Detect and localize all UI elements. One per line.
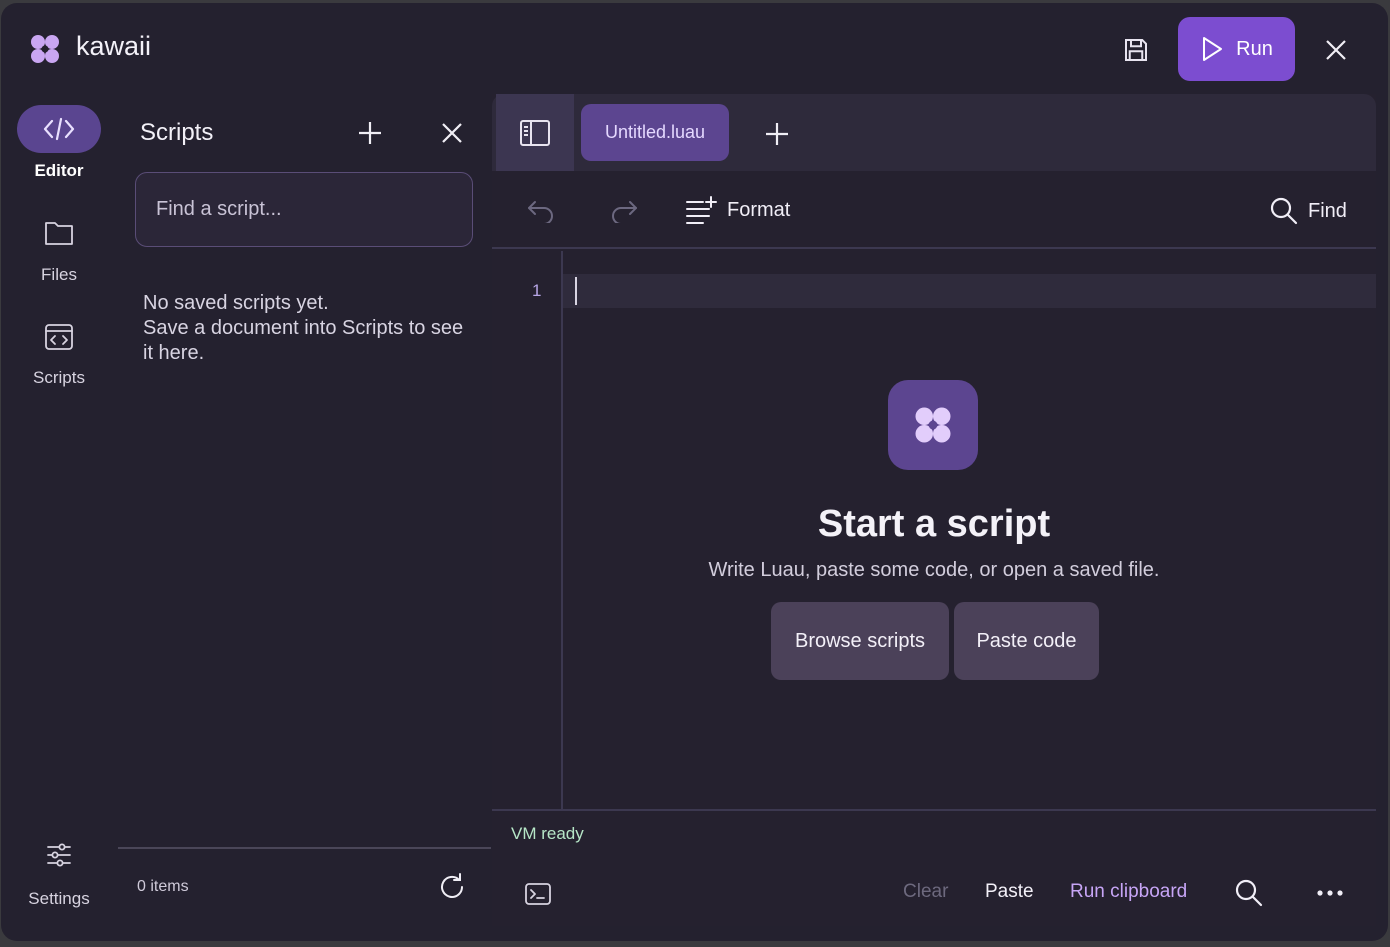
editor-toolbar: Format Find bbox=[492, 171, 1376, 249]
sidebar-icon bbox=[520, 119, 550, 146]
empty-state-subtitle: Write Luau, paste some code, or open a s… bbox=[708, 559, 1160, 581]
format-label: Format bbox=[727, 198, 791, 221]
empty-state-logo-icon bbox=[888, 380, 978, 470]
new-tab-button[interactable] bbox=[757, 114, 797, 154]
code-icon bbox=[43, 117, 75, 141]
paste-code-button[interactable]: Paste code bbox=[954, 602, 1099, 680]
divider bbox=[118, 847, 491, 849]
format-button[interactable]: Format bbox=[685, 196, 790, 224]
find-label: Find bbox=[1308, 199, 1347, 222]
rail-item-label: Editor bbox=[34, 161, 84, 180]
rail-item-settings[interactable]: Settings bbox=[1, 841, 117, 909]
text-caret[interactable] bbox=[575, 277, 577, 305]
browse-scripts-button[interactable]: Browse scripts bbox=[771, 602, 949, 680]
rail-item-label: Scripts bbox=[33, 368, 85, 387]
rail-item-label: Files bbox=[41, 265, 77, 284]
toggle-sidebar-button[interactable] bbox=[496, 94, 574, 171]
redo-button[interactable] bbox=[604, 191, 644, 231]
search-icon bbox=[1270, 197, 1298, 225]
undo-icon bbox=[528, 201, 553, 223]
more-icon bbox=[1317, 890, 1343, 896]
save-button[interactable] bbox=[1118, 32, 1154, 68]
console-button[interactable] bbox=[518, 874, 558, 914]
close-icon bbox=[1326, 40, 1346, 60]
editor-area: Untitled.luau Format Find 1 Start a scri… bbox=[492, 94, 1376, 926]
line-number: 1 bbox=[532, 281, 542, 300]
rail-item-scripts[interactable]: Scripts bbox=[1, 312, 117, 388]
terminal-icon bbox=[525, 883, 551, 905]
paste-code-label: Paste code bbox=[976, 629, 1077, 652]
run-clipboard-button[interactable]: Run clipboard bbox=[1070, 881, 1187, 903]
plus-icon bbox=[359, 122, 381, 144]
run-button[interactable]: Run bbox=[1178, 17, 1295, 81]
save-icon bbox=[1125, 39, 1147, 61]
app-title: kawaii bbox=[76, 31, 152, 61]
empty-message-line: No saved scripts yet. bbox=[143, 292, 329, 314]
current-line-highlight bbox=[563, 274, 1376, 308]
divider bbox=[492, 809, 1376, 811]
code-window-icon bbox=[45, 324, 73, 350]
script-search-field[interactable] bbox=[135, 172, 473, 247]
new-script-button[interactable] bbox=[350, 113, 390, 153]
find-button[interactable]: Find bbox=[1270, 197, 1347, 225]
item-count: 0 items bbox=[137, 878, 189, 895]
folder-icon bbox=[45, 222, 73, 245]
clear-button[interactable]: Clear bbox=[903, 881, 948, 903]
rail-item-files[interactable]: Files bbox=[1, 209, 117, 285]
format-icon bbox=[686, 196, 717, 224]
run-button-label: Run bbox=[1236, 37, 1273, 60]
rail-item-label: Settings bbox=[28, 889, 90, 908]
scripts-panel-title: Scripts bbox=[140, 119, 214, 146]
close-window-button[interactable] bbox=[1318, 32, 1354, 68]
refresh-button[interactable] bbox=[432, 867, 472, 907]
sliders-icon bbox=[47, 843, 71, 867]
plus-icon bbox=[766, 123, 788, 145]
search-icon bbox=[1235, 879, 1263, 907]
empty-state-title: Start a script bbox=[817, 503, 1051, 545]
vm-status: VM ready bbox=[511, 824, 584, 843]
tab-label: Untitled.luau bbox=[604, 122, 706, 142]
script-search-input[interactable] bbox=[136, 173, 472, 246]
undo-button[interactable] bbox=[521, 191, 561, 231]
refresh-icon bbox=[441, 873, 463, 898]
tab-untitled[interactable]: Untitled.luau bbox=[581, 104, 729, 161]
play-icon bbox=[1203, 37, 1223, 61]
scripts-empty-message: No saved scripts yet. Save a document in… bbox=[143, 291, 478, 366]
redo-icon bbox=[612, 201, 637, 223]
app-logo-icon bbox=[29, 33, 61, 65]
app-window: kawaii Run Editor Files Scripts Settings… bbox=[1, 3, 1388, 941]
more-options-button[interactable] bbox=[1310, 873, 1350, 913]
close-icon bbox=[442, 123, 462, 143]
console-search-button[interactable] bbox=[1229, 873, 1269, 913]
rail-item-editor[interactable]: Editor bbox=[1, 105, 117, 181]
close-panel-button[interactable] bbox=[432, 113, 472, 153]
browse-scripts-label: Browse scripts bbox=[794, 629, 926, 652]
empty-message-line: Save a document into Scripts to see it h… bbox=[143, 317, 464, 364]
paste-button[interactable]: Paste bbox=[985, 881, 1034, 903]
console-bar: Clear Paste Run clipboard bbox=[492, 861, 1376, 926]
